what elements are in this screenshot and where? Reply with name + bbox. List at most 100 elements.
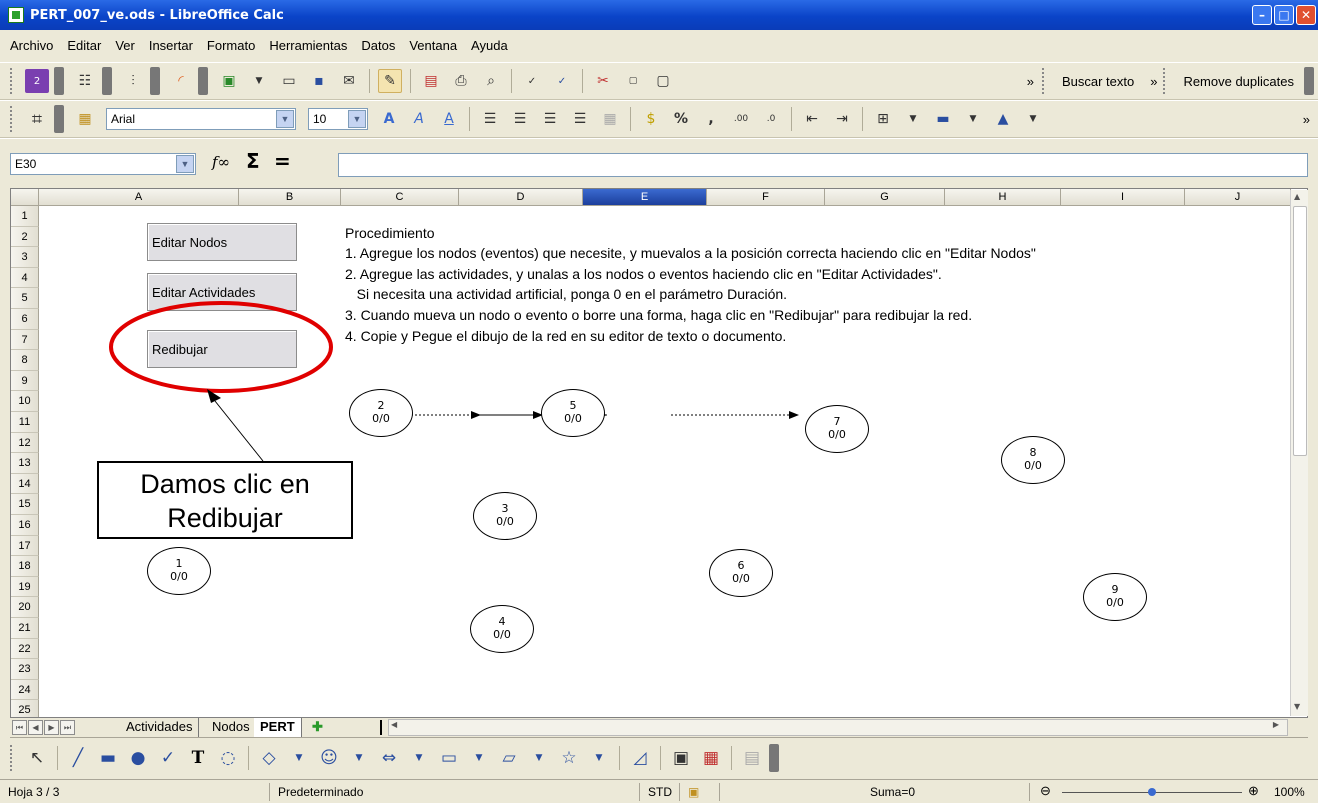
chevron-down-icon[interactable]: ▼ — [901, 107, 925, 131]
prev-sheet-icon[interactable]: ◀ — [28, 720, 43, 735]
next-sheet-icon[interactable]: ▶ — [44, 720, 59, 735]
spellcheck-icon[interactable]: ✓ — [520, 69, 544, 93]
scroll-up-icon[interactable]: ▲ — [1294, 192, 1300, 201]
curve-icon[interactable]: ✓ — [156, 746, 180, 770]
line-icon[interactable]: ╱ — [66, 746, 90, 770]
page-style[interactable]: Predeterminado — [270, 783, 640, 801]
chevron-down-icon[interactable]: ▼ — [527, 746, 551, 770]
symbol-shapes-icon[interactable]: ☺ — [317, 746, 341, 770]
chevron-down-icon[interactable]: ▼ — [347, 746, 371, 770]
sum-counter-icon[interactable]: 2 — [25, 69, 49, 93]
font-color-icon[interactable]: ▲ — [991, 107, 1015, 131]
toolbar-grip[interactable] — [1163, 68, 1171, 94]
merge-cells-icon[interactable]: ▦ — [598, 107, 622, 131]
toolbar-grip[interactable] — [1041, 68, 1050, 94]
cut-icon[interactable]: ✂ — [591, 69, 615, 93]
underline-icon[interactable]: A — [437, 107, 461, 131]
basic-shapes-icon[interactable]: ◇ — [257, 746, 281, 770]
scroll-right-icon[interactable]: ▶ — [1273, 720, 1279, 729]
toolbar-grip[interactable] — [10, 745, 18, 771]
new-dropdown-icon[interactable]: ▼ — [247, 69, 271, 93]
chevron-down-icon[interactable]: ▼ — [467, 746, 491, 770]
find-text-label[interactable]: Buscar texto — [1062, 74, 1134, 89]
new-document-icon[interactable]: ▣ — [217, 69, 241, 93]
overflow-chevron-icon[interactable]: » — [1303, 112, 1310, 127]
close-button[interactable]: ✕ — [1296, 5, 1316, 25]
increase-indent-icon[interactable]: ⇥ — [830, 107, 854, 131]
crop-icon[interactable]: ⌗ — [25, 107, 49, 131]
print-preview-icon[interactable]: ⌕ — [479, 69, 503, 93]
ellipse-icon[interactable]: ● — [126, 746, 150, 770]
add-sheet-icon[interactable]: ✚ — [306, 718, 329, 737]
chevron-down-icon[interactable]: ▼ — [276, 110, 294, 128]
toolbar-dropdown[interactable] — [769, 744, 779, 772]
open-folder-icon[interactable]: ▭ — [277, 69, 301, 93]
zoom-thumb[interactable] — [1148, 788, 1156, 796]
menu-formato[interactable]: Formato — [207, 38, 255, 53]
name-box[interactable]: E30 ▼ — [10, 153, 196, 175]
rows-icon[interactable]: ⫶ — [121, 69, 145, 93]
paste-icon[interactable]: ▢ — [651, 69, 675, 93]
stars-icon[interactable]: ☆ — [557, 746, 581, 770]
percent-icon[interactable]: % — [669, 107, 693, 131]
font-name-combo[interactable]: Arial ▼ — [106, 108, 296, 130]
chevron-down-icon[interactable]: ▼ — [587, 746, 611, 770]
bold-icon[interactable]: A — [377, 107, 401, 131]
align-right-icon[interactable]: ☰ — [538, 107, 562, 131]
image-icon[interactable]: ▦ — [699, 746, 723, 770]
menu-editar[interactable]: Editar — [67, 38, 101, 53]
zoom-slider[interactable]: ⊖ ⊕ — [1040, 783, 1270, 801]
menu-ventana[interactable]: Ventana — [409, 38, 457, 53]
first-sheet-icon[interactable]: ⏮ — [12, 720, 27, 735]
italic-icon[interactable]: A — [407, 107, 431, 131]
chevron-down-icon[interactable]: ▼ — [348, 110, 366, 128]
toolbar-dropdown[interactable] — [150, 67, 160, 95]
last-sheet-icon[interactable]: ⏭ — [60, 720, 75, 735]
background-color-icon[interactable]: ▬ — [931, 107, 955, 131]
extrusion-icon[interactable]: ▤ — [740, 746, 764, 770]
menu-ver[interactable]: Ver — [115, 38, 135, 53]
vertical-scrollbar[interactable]: ▲ ▼ — [1290, 190, 1308, 716]
spreadsheet-grid[interactable]: A B C D E F G H I J 1 2 3 4 5 6 7 8 9 10… — [10, 188, 1308, 718]
toolbar-dropdown[interactable] — [102, 67, 112, 95]
borders-icon[interactable]: ⊞ — [871, 107, 895, 131]
text-icon[interactable]: T — [186, 746, 210, 770]
menu-archivo[interactable]: Archivo — [10, 38, 53, 53]
menu-herramientas[interactable]: Herramientas — [269, 38, 347, 53]
email-icon[interactable]: ✉ — [337, 69, 361, 93]
decrease-indent-icon[interactable]: ⇤ — [800, 107, 824, 131]
chevron-down-icon[interactable]: ▼ — [176, 155, 194, 173]
menu-datos[interactable]: Datos — [361, 38, 395, 53]
toolbar-dropdown[interactable] — [1304, 67, 1314, 95]
rectangle-icon[interactable]: ▬ — [96, 746, 120, 770]
overflow-chevron-icon[interactable]: » — [1150, 74, 1157, 89]
points-icon[interactable]: ◿ — [628, 746, 652, 770]
menu-ayuda[interactable]: Ayuda — [471, 38, 508, 53]
minimize-button[interactable]: – — [1252, 5, 1272, 25]
maximize-button[interactable]: □ — [1274, 5, 1294, 25]
align-center-icon[interactable]: ☰ — [508, 107, 532, 131]
sheet-tab-actividades[interactable]: Actividades — [120, 718, 200, 737]
block-arrows-icon[interactable]: ⇔ — [377, 746, 401, 770]
select-arrow-icon[interactable]: ↖ — [25, 746, 49, 770]
flowchart-icon[interactable]: ▭ — [437, 746, 461, 770]
callout-icon[interactable]: ◌ — [216, 746, 240, 770]
remove-decimal-icon[interactable]: .0 — [759, 107, 783, 131]
scroll-thumb[interactable] — [1293, 206, 1307, 456]
scroll-left-icon[interactable]: ◀ — [391, 720, 397, 729]
export-pdf-icon[interactable]: ▤ — [419, 69, 443, 93]
formula-input[interactable] — [338, 153, 1308, 177]
overflow-chevron-icon[interactable]: » — [1027, 74, 1034, 89]
styles-icon[interactable]: ▦ — [73, 107, 97, 131]
tab-splitter[interactable] — [380, 720, 382, 735]
menu-insertar[interactable]: Insertar — [149, 38, 193, 53]
toolbar-dropdown[interactable] — [54, 105, 64, 133]
function-equals-icon[interactable]: = — [274, 149, 291, 173]
columns-icon[interactable]: ☷ — [73, 69, 97, 93]
copy-icon[interactable]: ▢ — [621, 69, 645, 93]
currency-icon[interactable]: $ — [639, 107, 663, 131]
thousands-icon[interactable]: , — [699, 107, 723, 131]
chevron-down-icon[interactable]: ▼ — [961, 107, 985, 131]
zoom-out-icon[interactable]: ⊖ — [1040, 783, 1051, 799]
print-icon[interactable]: ⎙ — [449, 69, 473, 93]
